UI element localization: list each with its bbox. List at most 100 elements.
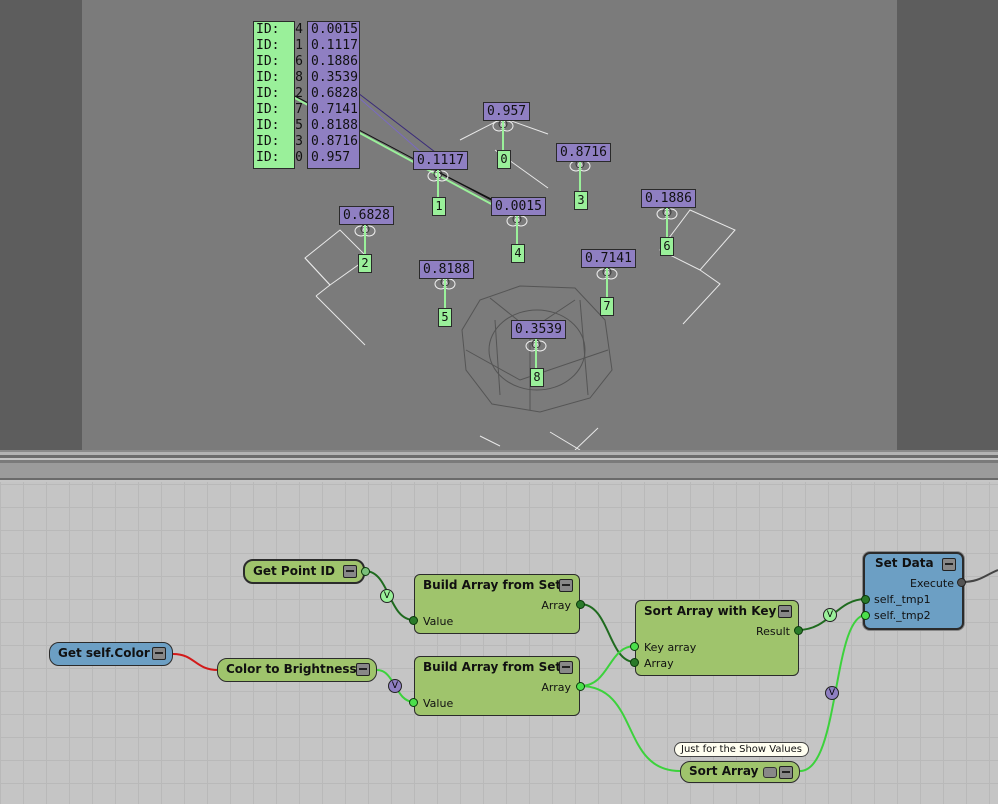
viewport-overlay [292,92,736,450]
comment-icon[interactable] [763,767,777,778]
point-marker-icon [492,119,514,150]
point-value-label: 0.3539 [511,320,566,339]
value-list-row: 0.0015 [311,22,358,37]
port-dot[interactable] [957,578,966,587]
point-marker-icon [596,267,618,297]
node-title: Color to Brightness [226,662,357,676]
wireframe-lines [304,117,736,450]
value-badge[interactable]: V [388,679,402,693]
value-list-row: 0.957 [311,150,351,165]
value-badge[interactable]: V [823,608,837,622]
value-list-row: 0.8716 [311,134,358,149]
point-marker-icon [427,169,449,197]
point-value-label: 0.8716 [556,143,611,162]
viewport-3d[interactable]: ID: 4 ID: 1 ID: 6 ID: 8 ID: 2 ID: 7 ID: 5 ID: 3… [0,0,998,450]
point-id-label: 5 [438,308,452,327]
get-self-color-node[interactable]: Get self.Color [49,642,173,666]
id-list-row: ID: 8 [256,70,303,85]
value-list-row: 0.1117 [311,38,358,53]
id-list-row: ID: 7 [256,102,303,117]
id-list-row: ID: 4 [256,22,303,37]
input-port-label: self._tmp1 [874,593,931,606]
input-port-label: self._tmp2 [874,609,931,622]
point-marker-icon [525,338,547,368]
port-dot[interactable] [576,682,585,691]
value-list-row: 0.7141 [311,102,358,117]
value-badge[interactable]: V [380,589,394,603]
value-list-row: 0.8188 [311,118,358,133]
node-menu-icon[interactable] [779,766,793,779]
id-list-row: ID: 6 [256,54,303,69]
node-menu-icon[interactable] [559,579,573,592]
port-dot[interactable] [794,626,803,635]
set-data-node[interactable]: Set Data Execute self._tmp1 self._tmp2 [863,552,964,630]
node-title: Set Data [875,556,934,570]
id-list-row: ID: 3 [256,134,303,149]
id-list-row: ID: 1 [256,38,303,53]
value-badge[interactable]: V [825,686,839,700]
input-port-label: Value [423,697,454,710]
node-menu-icon[interactable] [942,558,956,571]
port-dot[interactable] [630,642,639,651]
node-title: Sort Array [689,764,759,778]
input-port-label: Value [423,615,454,628]
value-list-row: 0.3539 [311,70,358,85]
output-port-label: Array [541,681,571,694]
id-list: ID: 4 ID: 1 ID: 6 ID: 8 ID: 2 ID: 7 ID: 5 ID: 3… [253,21,303,169]
input-port-label: Array [644,657,674,670]
sort-array-with-key-node[interactable]: Sort Array with Key Result Key array Arr… [635,600,799,676]
execute-port-label: Execute [910,577,954,590]
port-dot[interactable] [630,658,639,667]
point-id-label: 1 [432,197,446,216]
port-dot[interactable] [861,611,870,620]
port-dot[interactable] [409,698,418,707]
node-title: Build Array from Set [423,660,562,674]
point-id-label: 3 [574,191,588,210]
point-value-label: 0.0015 [491,197,546,216]
point-id-label: 8 [530,368,544,387]
point-id-label: 7 [600,297,614,316]
node-graph-editor[interactable]: Get Point ID Get self.Color Color to Bri… [0,482,998,804]
port-dot[interactable] [361,567,370,576]
get-point-id-node[interactable]: Get Point ID [243,559,365,584]
build-array-node-2[interactable]: Build Array from Set Array Value [414,656,580,716]
node-menu-icon[interactable] [343,565,357,578]
point-value-label: 0.7141 [581,249,636,268]
point-value-label: 0.6828 [339,206,394,225]
port-dot[interactable] [861,595,870,604]
point-value-label: 0.1886 [641,189,696,208]
node-menu-icon[interactable] [356,663,370,676]
node-title: Get Point ID [253,564,335,578]
build-array-node-1[interactable]: Build Array from Set Array Value [414,574,580,634]
point-marker-icon [354,224,376,254]
point-id-label: 4 [511,244,525,263]
node-title: Get self.Color [58,646,150,660]
panel-splitter[interactable] [0,450,998,482]
point-value-label: 0.1117 [413,151,468,170]
id-list-row: ID: 2 [256,86,303,101]
node-comment-tooltip: Just for the Show Values [674,742,809,757]
point-value-label: 0.8188 [419,260,474,279]
point-marker-icon [569,159,591,191]
output-port-label: Array [541,599,571,612]
value-list: 0.0015 0.1117 0.1886 0.3539 0.6828 0.7141 0.81… [307,21,360,169]
id-list-row: ID: 5 [256,118,303,133]
port-dot[interactable] [409,616,418,625]
value-list-row: 0.6828 [311,86,358,101]
sort-array-node[interactable]: Sort Array [680,761,800,783]
node-title: Sort Array with Key [644,604,777,618]
node-menu-icon[interactable] [778,605,792,618]
node-title: Build Array from Set [423,578,562,592]
node-menu-icon[interactable] [559,661,573,674]
point-marker-icon [506,214,528,244]
port-dot[interactable] [576,600,585,609]
point-id-label: 6 [660,237,674,256]
point-id-label: 2 [358,254,372,273]
color-to-brightness-node[interactable]: Color to Brightness [217,658,377,682]
value-list-row: 0.1886 [311,54,358,69]
point-marker-icon [434,277,456,308]
point-marker-icon [656,207,678,237]
output-port-label: Result [756,625,790,638]
point-id-label: 0 [497,150,511,169]
node-menu-icon[interactable] [152,647,166,660]
